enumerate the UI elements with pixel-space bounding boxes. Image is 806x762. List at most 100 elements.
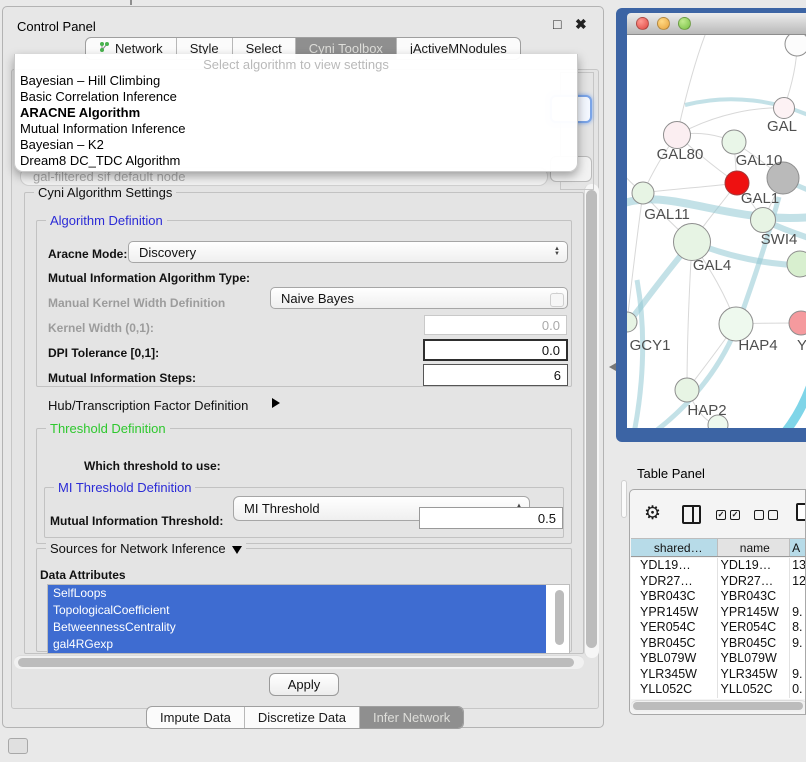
expand-right-icon[interactable] [272, 398, 280, 408]
attribute-item-betweenness[interactable]: BetweennessCentrality [48, 619, 546, 636]
label-y-partial: Y [797, 337, 806, 354]
node-gal4[interactable] [674, 224, 711, 261]
dropdown-item-bayesian-hill[interactable]: Bayesian – Hill Climbing [15, 73, 577, 89]
manual-kernel-checkbox[interactable] [550, 293, 564, 307]
label-gal80: GAL80 [657, 146, 704, 163]
label-swi4: SWI4 [761, 231, 798, 248]
sources-title: Sources for Network Inference [50, 541, 226, 556]
settings-scrollbar-thumb[interactable] [586, 190, 597, 648]
node-gal80[interactable] [664, 122, 691, 149]
collapsed-panel-handle[interactable] [8, 738, 28, 754]
mi-threshold-field[interactable]: 0.5 [419, 507, 563, 529]
table-row[interactable]: YER054CYER054C8. [631, 620, 806, 636]
attribute-item-topological[interactable]: TopologicalCoefficient [48, 602, 546, 619]
table-row[interactable]: YBR045CYBR045C9. [631, 636, 806, 652]
dropdown-placeholder: Select algorithm to view settings [15, 56, 577, 73]
node-salmon[interactable] [789, 311, 806, 335]
tab-discretize-data[interactable]: Discretize Data [245, 707, 360, 728]
table-hscrollbar-thumb[interactable] [633, 702, 803, 710]
export-table-icon[interactable] [796, 503, 806, 521]
node-gal-partial[interactable] [774, 98, 795, 119]
network-canvas[interactable]: GAL GAL80 GAL10 GAL1 GAL11 SWI4 GAL4 GCY… [627, 35, 806, 428]
network-view-window: GAL GAL80 GAL10 GAL1 GAL11 SWI4 GAL4 GCY… [616, 8, 806, 442]
mi-steps-field[interactable]: 6 [423, 364, 568, 386]
label-gcy1: GCY1 [630, 337, 671, 354]
table-panel-title: Table Panel [637, 466, 705, 481]
table-row[interactable]: YDR27…YDR27…12 [631, 574, 806, 590]
column-header-name[interactable]: name [718, 539, 791, 556]
node-swi4[interactable] [751, 208, 776, 233]
control-panel-title: Control Panel [17, 19, 96, 34]
column-header-shared-name[interactable]: shared… [631, 539, 718, 556]
dpi-tolerance-field[interactable]: 0.0 [423, 339, 568, 361]
algorithm-dropdown-list: Select algorithm to view settings Bayesi… [14, 54, 578, 172]
aracne-mode-label: Aracne Mode: [48, 247, 127, 261]
node-hap2[interactable] [675, 378, 699, 402]
algorithm-definition-title: Algorithm Definition [46, 213, 167, 228]
threshold-definition-title: Threshold Definition [46, 421, 170, 436]
hub-definition-label: Hub/Transcription Factor Definition [48, 398, 248, 413]
cyni-settings-title: Cyni Algorithm Settings [34, 185, 176, 200]
manual-kernel-label: Manual Kernel Width Definition [48, 296, 225, 310]
dropdown-item-bayesian-k2[interactable]: Bayesian – K2 [15, 137, 577, 153]
kernel-width-label: Kernel Width (0,1): [48, 321, 154, 335]
dropdown-item-aracne[interactable]: ARACNE Algorithm [15, 105, 577, 121]
attribute-item-gal4rgexp[interactable]: gal4RGexp [48, 636, 546, 653]
node-right-green[interactable] [787, 251, 806, 277]
table-row[interactable]: YLR345WYLR345W9. [631, 667, 806, 683]
close-window-icon[interactable]: ✖ [575, 16, 587, 33]
dropdown-item-basic-correlation[interactable]: Basic Correlation Inference [15, 89, 577, 105]
select-all-columns-icon[interactable]: ✓✓ [716, 510, 740, 520]
mouse-cursor [609, 363, 616, 371]
settings-hscrollbar-thumb[interactable] [18, 658, 574, 667]
minimize-traffic-light-icon[interactable] [657, 17, 670, 30]
zoom-traffic-light-icon[interactable] [678, 17, 691, 30]
node-gal10[interactable] [722, 130, 746, 154]
top-divider [130, 0, 132, 5]
mi-type-combo[interactable]: Naive Bayes ▲▼ [270, 287, 568, 309]
network-graph: GAL GAL80 GAL10 GAL1 GAL11 SWI4 GAL4 GCY… [627, 35, 806, 428]
columns-icon[interactable] [682, 505, 701, 524]
label-gal4: GAL4 [693, 257, 731, 274]
mi-steps-label: Mutual Information Steps: [48, 371, 196, 385]
node-top-partial[interactable] [785, 35, 806, 56]
aracne-mode-combo[interactable]: Discovery ▲▼ [128, 241, 568, 263]
list-scrollbar-thumb[interactable] [555, 590, 564, 645]
table-row[interactable]: YDL19…YDL19…13 [631, 558, 806, 574]
node-hap4[interactable] [719, 307, 753, 341]
dropdown-item-mutual-information[interactable]: Mutual Information Inference [15, 121, 577, 137]
tab-infer-network[interactable]: Infer Network [360, 707, 463, 728]
mi-threshold-label: Mutual Information Threshold: [50, 514, 223, 528]
table-panel-window: ⚙ ✓✓ shared… name A YDL19…YDL19…13 YDR27… [629, 489, 806, 715]
dropdown-item-dream8[interactable]: Dream8 DC_TDC Algorithm [15, 153, 577, 169]
table-row[interactable]: YPR145WYPR145W9. [631, 605, 806, 621]
gear-icon[interactable]: ⚙ [644, 502, 661, 525]
table-row[interactable]: YLL052CYLL052C0. [631, 682, 806, 698]
column-header-partial[interactable]: A [790, 539, 806, 556]
data-attributes-list: SelfLoops TopologicalCoefficient Between… [47, 584, 570, 654]
table-row[interactable]: YBL079WYBL079W [631, 651, 806, 667]
tab-impute-data[interactable]: Impute Data [147, 707, 245, 728]
apply-button[interactable]: Apply [269, 673, 339, 696]
deselect-all-columns-icon[interactable] [754, 510, 778, 520]
mi-threshold-title: MI Threshold Definition [54, 480, 195, 495]
table-row[interactable]: YBR043CYBR043C [631, 589, 806, 605]
bottom-tabbar: Impute Data Discretize Data Infer Networ… [146, 706, 464, 729]
table-header-row: shared… name A [631, 538, 806, 557]
label-gal1: GAL1 [741, 190, 779, 207]
node-gal11[interactable] [632, 182, 654, 204]
side-scrollbar-fragment[interactable] [621, 480, 627, 518]
float-window-icon[interactable]: □ [553, 16, 561, 32]
attribute-item-selfloops[interactable]: SelfLoops [48, 585, 546, 602]
label-gal10: GAL10 [736, 152, 783, 169]
close-traffic-light-icon[interactable] [636, 17, 649, 30]
collapse-down-icon[interactable] [232, 546, 242, 554]
network-edges-thin [627, 35, 801, 423]
kernel-width-field[interactable]: 0.0 [424, 315, 567, 335]
network-window-titlebar[interactable] [627, 13, 806, 35]
label-gal11: GAL11 [644, 206, 690, 223]
combo-stepper-icon: ▲▼ [554, 247, 560, 257]
label-hap4: HAP4 [738, 337, 777, 354]
sources-title-wrap: Sources for Network Inference [46, 541, 246, 556]
label-gal-partial: GAL [767, 118, 797, 135]
